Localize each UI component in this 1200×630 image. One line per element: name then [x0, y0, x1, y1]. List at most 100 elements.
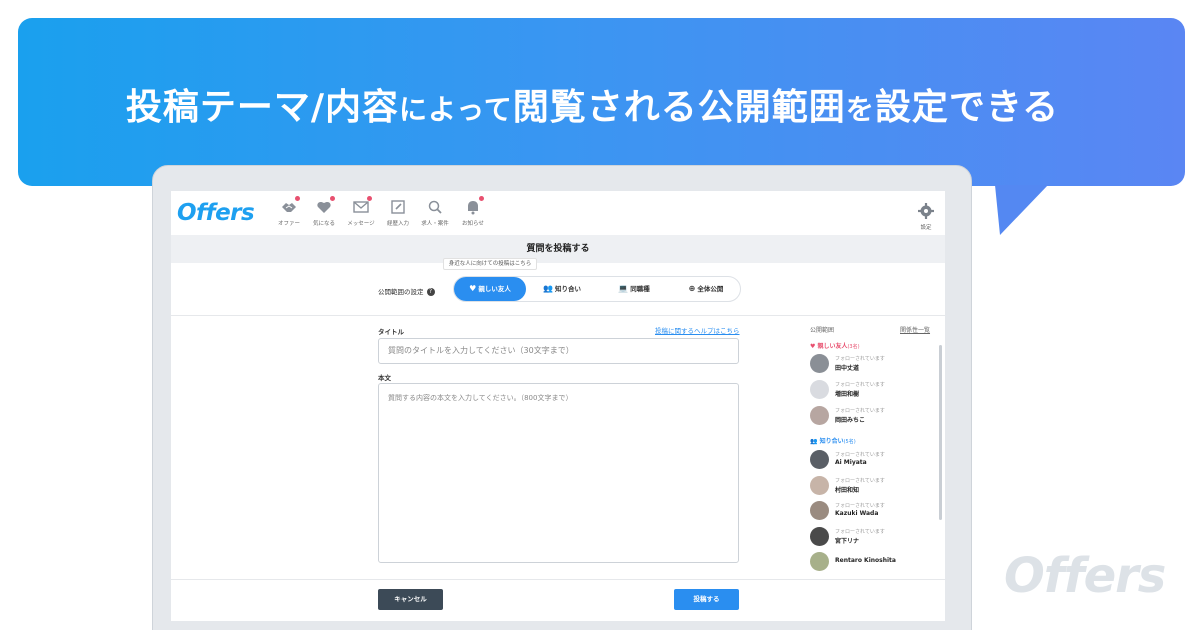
headline-part: 閲覧される公開範囲	[512, 87, 846, 128]
avatar	[810, 450, 829, 469]
avatar	[810, 354, 829, 373]
nav-item-favorite[interactable]: 気になる	[304, 196, 344, 227]
nav-label: 求人・案件	[421, 221, 449, 227]
title-input[interactable]: 質問のタイトルを入力してください（30文字まで）	[378, 338, 739, 364]
contact-item[interactable]: フォローされています 増田和樹	[810, 380, 930, 402]
contact-name: 村田和知	[835, 487, 860, 494]
avatar	[810, 527, 829, 546]
avatar	[810, 380, 829, 399]
people-icon: 👥	[543, 284, 553, 293]
settings-button[interactable]: 設定	[909, 203, 943, 231]
follow-status: フォローされています	[835, 382, 885, 388]
speech-bubble-tail	[995, 185, 1048, 235]
panel-scrollbar[interactable]	[939, 345, 942, 520]
section-divider	[171, 315, 945, 316]
follow-status: フォローされています	[835, 478, 885, 484]
help-icon[interactable]: ?	[426, 288, 435, 296]
submit-button[interactable]: 投稿する	[674, 589, 739, 610]
scope-tooltip: 身近な人に向けての投稿はこちら	[443, 258, 537, 270]
body-textarea[interactable]: 質問する内容の本文を入力してください。（800文字まで）	[378, 383, 739, 563]
offers-logo[interactable]: Offers	[177, 200, 255, 226]
nav-item-notifications[interactable]: お知らせ	[453, 196, 493, 227]
title-label: タイトル	[378, 328, 404, 336]
nav-label: お知らせ	[462, 221, 484, 227]
follow-status: フォローされています	[835, 529, 885, 535]
group-name: 親しい友人	[817, 343, 848, 350]
contact-name: 田中丈道	[835, 365, 860, 372]
search-icon	[427, 199, 443, 215]
nav-item-career[interactable]: 経歴入力	[378, 199, 418, 227]
body-label: 本文	[378, 374, 391, 382]
edit-icon	[390, 199, 406, 215]
panel-title: 公開範囲	[810, 327, 835, 334]
page-title: 質問を投稿する	[171, 235, 945, 263]
nav-item-jobs[interactable]: 求人・案件	[415, 199, 455, 227]
scope-option-same-job[interactable]: 💻 同職種	[598, 277, 670, 301]
nav-label: 経歴入力	[386, 221, 409, 227]
contact-name: 増田和樹	[835, 391, 860, 398]
settings-label: 設定	[920, 225, 932, 231]
contact-name: Kazuki Wada	[835, 510, 879, 517]
contact-name: 岡田みちこ	[835, 417, 866, 424]
nav-label: オファー	[277, 221, 300, 227]
avatar	[810, 476, 829, 495]
mail-icon	[353, 196, 372, 215]
offers-watermark-logo: Offers	[1004, 548, 1166, 604]
scope-option-label: 知り合い	[554, 285, 581, 293]
group-acquaintances: 👥 知り合い(5名)	[810, 436, 856, 445]
scope-option-label: 全体公開	[697, 285, 724, 293]
contact-name: Ai Miyata	[835, 459, 867, 466]
bell-icon	[465, 196, 484, 215]
app-screen: Offers オファー 気になる メッセージ 経歴入力 求人・案件 お知らせ 設…	[171, 191, 945, 621]
handshake-icon	[281, 196, 300, 215]
contact-item[interactable]: フォローされています 田中丈道	[810, 354, 930, 376]
gear-icon	[918, 203, 934, 219]
follow-status: フォローされています	[835, 503, 885, 509]
globe-icon: ⊕	[688, 284, 696, 293]
top-navigation: Offers オファー 気になる メッセージ 経歴入力 求人・案件 お知らせ 設…	[171, 191, 945, 235]
group-close-friends: ♥ 親しい友人(3名)	[810, 341, 860, 350]
nav-label: 気になる	[312, 221, 335, 227]
nav-item-offer[interactable]: オファー	[269, 196, 309, 227]
contact-name: Rentaro Kinoshita	[835, 557, 896, 564]
contact-item[interactable]: フォローされています 岡田みちこ	[810, 406, 930, 428]
scope-label-text: 公開範囲の設定	[378, 288, 424, 296]
follow-status: フォローされています	[835, 408, 885, 414]
nav-item-message[interactable]: メッセージ	[341, 196, 381, 227]
headline: 投稿テーマ/内容によって閲覧される公開範囲を設定できる	[0, 78, 1185, 130]
follow-status: フォローされています	[835, 452, 885, 458]
help-link[interactable]: 投稿に関するヘルプはこちら	[655, 325, 740, 335]
contact-item[interactable]: Rentaro Kinoshita	[810, 552, 930, 574]
group-count: (5名)	[843, 439, 856, 445]
group-count: (3名)	[847, 344, 860, 350]
avatar	[810, 406, 829, 425]
scope-option-label: 親しい友人	[478, 285, 511, 293]
contact-name: 宮下リナ	[835, 538, 860, 545]
headline-part: 設定できる	[874, 87, 1060, 128]
relations-link[interactable]: 関係性一覧	[900, 325, 930, 334]
avatar	[810, 552, 829, 571]
heart-icon	[316, 196, 335, 215]
contact-item[interactable]: フォローされています 村田和知	[810, 476, 930, 498]
headline-part: によって	[399, 93, 513, 126]
scope-option-label: 同職種	[630, 285, 650, 293]
follow-status: フォローされています	[835, 356, 885, 362]
people-icon: 👥	[810, 438, 820, 445]
headline-part: 投稿テーマ/内容	[125, 87, 400, 128]
laptop-icon: 💻	[618, 284, 629, 293]
scope-option-close-friends[interactable]: ♥ 親しい友人	[454, 277, 526, 301]
scope-option-public[interactable]: ⊕ 全体公開	[670, 277, 742, 301]
scope-selector: ♥ 親しい友人 👥 知り合い 💻 同職種 ⊕ 全体公開	[453, 276, 741, 302]
avatar	[810, 501, 829, 520]
heart-icon: ♥	[469, 284, 477, 293]
contact-item[interactable]: フォローされています 宮下リナ	[810, 527, 930, 549]
group-name: 知り合い	[819, 438, 844, 445]
headline-part: を	[845, 93, 875, 126]
nav-label: メッセージ	[347, 221, 375, 227]
footer-divider	[171, 579, 945, 580]
scope-label: 公開範囲の設定?	[378, 286, 435, 296]
contact-item[interactable]: フォローされています Kazuki Wada	[810, 501, 930, 523]
scope-option-acquaintances[interactable]: 👥 知り合い	[526, 277, 598, 301]
contact-item[interactable]: フォローされています Ai Miyata	[810, 450, 930, 472]
cancel-button[interactable]: キャンセル	[378, 589, 443, 610]
